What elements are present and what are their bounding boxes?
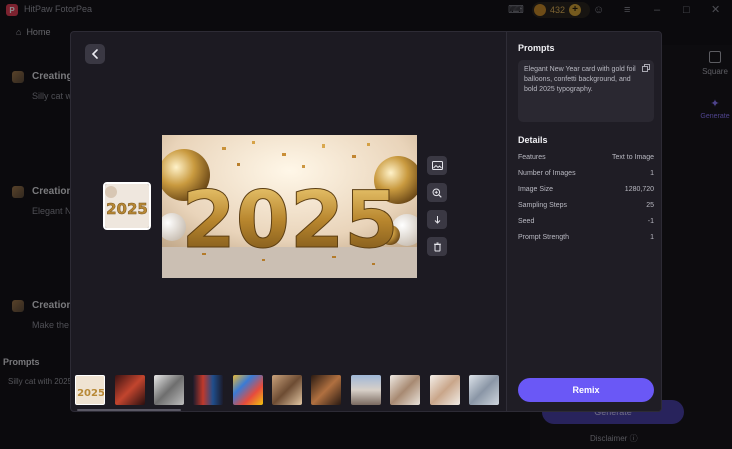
detail-value: 1 <box>650 234 654 241</box>
trash-icon <box>433 242 441 251</box>
strip-thumbnail[interactable] <box>272 375 302 405</box>
thumbnail-image: 2025 <box>105 184 149 228</box>
detail-key: Number of Images <box>518 170 576 177</box>
detail-value: Text to Image <box>611 154 654 161</box>
image-detail-modal: 2025 2025 2025 Prompts Elegant New Year … <box>70 31 662 412</box>
prompts-heading: Prompts <box>518 43 555 53</box>
details-heading: Details <box>518 135 548 145</box>
details-panel: Prompts Elegant New Year card with gold … <box>506 32 661 411</box>
strip-thumbnail[interactable] <box>311 375 341 405</box>
strip-thumbnail-text: 2025 <box>77 388 105 399</box>
strip-thumbnail[interactable] <box>430 375 460 405</box>
detail-key: Features <box>518 154 546 161</box>
thumbnail-strip: 2025 <box>75 375 503 405</box>
zoom-in-button[interactable] <box>427 183 447 202</box>
thumbnail-text: 2025 <box>106 200 148 218</box>
remix-button[interactable]: Remix <box>518 378 654 402</box>
detail-key: Sampling Steps <box>518 202 568 209</box>
strip-thumbnail[interactable] <box>154 375 184 405</box>
back-button[interactable] <box>85 44 105 64</box>
download-icon <box>434 215 440 224</box>
detail-key: Prompt Strength <box>518 234 569 241</box>
strip-thumbnail[interactable] <box>233 375 263 405</box>
strip-thumbnail[interactable]: 2025 <box>75 375 105 405</box>
detail-value: 1 <box>650 170 654 177</box>
prompt-box: Elegant New Year card with gold foil bal… <box>518 60 654 122</box>
strip-thumbnail[interactable] <box>351 375 381 405</box>
remix-label: Remix <box>572 385 600 395</box>
image-icon <box>431 161 443 170</box>
detail-value: 1280,720 <box>624 186 654 193</box>
copy-icon[interactable] <box>642 64 650 72</box>
prompt-text: Elegant New Year card with gold foil bal… <box>524 66 636 93</box>
strip-thumbnail[interactable] <box>115 375 145 405</box>
strip-thumbnail[interactable] <box>193 375 223 405</box>
zoom-in-icon <box>432 188 442 198</box>
main-image: 2025 <box>162 135 417 278</box>
strip-thumbnail[interactable] <box>390 375 420 405</box>
image-tool-button[interactable] <box>427 156 447 175</box>
detail-key: Seed <box>518 218 535 225</box>
detail-value: 25 <box>646 202 654 209</box>
chevron-left-icon <box>91 49 98 59</box>
strip-thumbnail[interactable] <box>469 375 499 405</box>
thumbnail-strip-scrollbar[interactable] <box>77 409 181 411</box>
detail-key: Image Size <box>518 186 554 193</box>
main-image-text: 2025 <box>181 176 398 266</box>
selected-thumbnail[interactable]: 2025 <box>103 182 151 230</box>
detail-value: -1 <box>647 218 654 225</box>
delete-button[interactable] <box>427 237 447 256</box>
strip-thumbnail-image: 2025 <box>77 388 105 399</box>
download-button[interactable] <box>427 210 447 229</box>
